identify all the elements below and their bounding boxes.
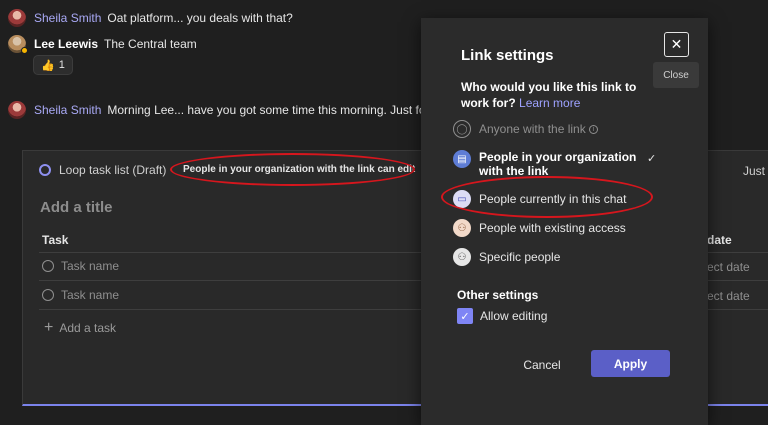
checkmark-icon: ✓	[647, 153, 657, 165]
message-text: The Central team	[104, 37, 197, 51]
other-settings-title: Other settings	[457, 288, 539, 302]
message-text: Oat platform... you deals with that?	[107, 11, 293, 25]
people-icon: ⚇	[453, 248, 471, 266]
option-specific-people[interactable]: ⚇ Specific people	[453, 248, 560, 266]
message-author[interactable]: Sheila Smith	[34, 11, 101, 25]
message-author[interactable]: Lee Leewis	[34, 37, 98, 51]
task-row[interactable]: Task name	[42, 288, 119, 302]
column-header-date[interactable]: date	[707, 233, 732, 247]
learn-more-link[interactable]: Learn more	[519, 96, 580, 110]
dialog-question: Who would you like this link to work for…	[461, 79, 661, 111]
option-existing-access[interactable]: ⚇ People with existing access	[453, 219, 626, 237]
info-icon[interactable]: i	[588, 125, 598, 135]
share-link-setting[interactable]: People in your organization with the lin…	[183, 164, 415, 175]
chat-message: Sheila Smith Morning Lee... have you got…	[8, 99, 446, 121]
loop-title[interactable]: Loop task list (Draft)	[59, 163, 166, 177]
option-label: Specific people	[479, 250, 561, 264]
add-task-button[interactable]: + Add a task	[44, 319, 117, 336]
loop-header: Loop task list (Draft)	[39, 163, 166, 177]
option-anyone: ◯ Anyone with the link i	[453, 120, 598, 138]
allow-editing-label: Allow editing	[480, 309, 548, 323]
option-organization[interactable]: ▤ People in your organization with the l…	[453, 150, 639, 178]
close-button[interactable]: ✕	[664, 32, 689, 57]
reaction-badge[interactable]: 👍 1	[33, 55, 73, 75]
loop-icon	[39, 164, 51, 176]
chat-message: Sheila Smith Oat platform... you deals w…	[8, 7, 293, 29]
option-current-chat[interactable]: ▭ People currently in this chat	[453, 190, 626, 208]
presence-badge	[21, 47, 28, 54]
chat-message: Lee Leewis The Central team	[8, 33, 197, 55]
option-label: People in your organization with the lin…	[479, 150, 637, 178]
cancel-button[interactable]: Cancel	[509, 352, 575, 378]
thumbs-up-icon: 👍	[41, 59, 55, 72]
organization-icon: ▤	[453, 150, 471, 168]
due-date-cell[interactable]: ect date	[707, 289, 750, 303]
column-header-task[interactable]: Task	[42, 233, 68, 247]
chat-icon: ▭	[453, 190, 471, 208]
add-title-input[interactable]: Add a title	[40, 199, 113, 216]
link-settings-dialog: Link settings ✕ Close Who would you like…	[421, 18, 708, 425]
message-text: Morning Lee... have you got some time th…	[107, 103, 447, 117]
globe-icon: ◯	[453, 120, 471, 138]
avatar[interactable]	[8, 9, 26, 27]
task-row[interactable]: Task name	[42, 259, 119, 273]
option-label: People currently in this chat	[479, 192, 627, 206]
avatar[interactable]	[8, 35, 28, 54]
add-task-label: Add a task	[59, 321, 117, 335]
existing-access-icon: ⚇	[453, 219, 471, 237]
reaction-count: 1	[58, 59, 65, 71]
option-label: Anyone with the link i	[479, 122, 598, 136]
avatar[interactable]	[8, 101, 26, 119]
task-name[interactable]: Task name	[61, 288, 119, 302]
allow-editing-row[interactable]: ✓ Allow editing	[457, 308, 547, 324]
loop-status-text: Just r	[743, 164, 768, 178]
dialog-title: Link settings	[461, 47, 554, 64]
close-icon: ✕	[670, 36, 683, 52]
message-author[interactable]: Sheila Smith	[34, 103, 101, 117]
task-complete-radio[interactable]	[42, 260, 54, 272]
plus-icon: +	[44, 319, 54, 336]
task-complete-radio[interactable]	[42, 289, 54, 301]
due-date-cell[interactable]: ect date	[707, 260, 750, 274]
allow-editing-checkbox[interactable]: ✓	[457, 308, 473, 324]
task-name[interactable]: Task name	[61, 259, 119, 273]
option-label: People with existing access	[479, 221, 626, 235]
apply-button[interactable]: Apply	[591, 350, 670, 377]
